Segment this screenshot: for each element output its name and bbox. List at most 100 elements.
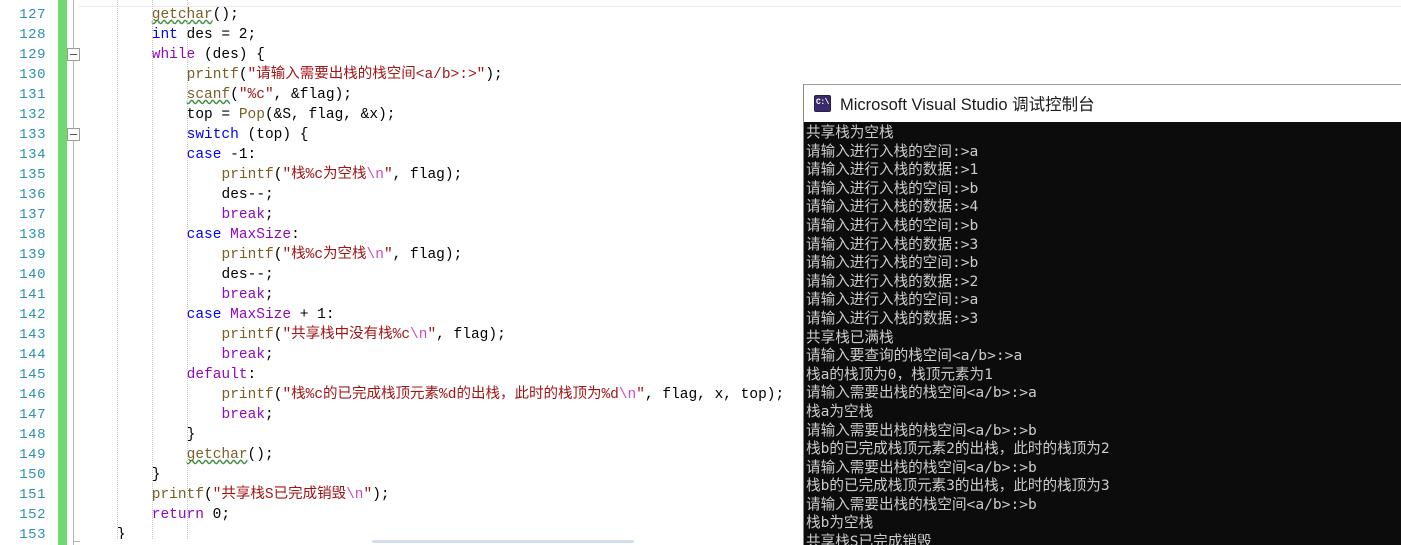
console-output-line: 请输入进行入栈的空间:>b [806, 179, 979, 197]
code-token: default [186, 367, 248, 383]
code-line[interactable]: while (des) { [152, 45, 265, 65]
line-number: 131 [19, 87, 46, 103]
code-token: ; [247, 27, 257, 43]
console-title-bar[interactable]: C:\ Microsoft Visual Studio 调试控制台 [804, 85, 1401, 122]
code-line[interactable]: printf("栈%c为空栈\n", flag); [222, 165, 463, 185]
code-token: } [151, 467, 161, 483]
code-line[interactable]: break; [222, 205, 274, 225]
console-output-line: 请输入需要出栈的栈空间<a/b>:>b [806, 421, 1037, 439]
code-token: + [291, 307, 318, 323]
console-output-line: 请输入进行入栈的数据:>3 [806, 235, 979, 253]
line-number: 150 [19, 467, 46, 483]
code-token: return [151, 507, 204, 523]
code-token: ; [265, 207, 274, 223]
code-token: while [151, 47, 196, 63]
line-number: 129 [19, 47, 46, 63]
code-line[interactable]: top = Pop(&S, flag, &x); [187, 105, 396, 125]
line-number: 148 [19, 427, 46, 443]
console-output-line: 栈b为空栈 [806, 514, 874, 532]
console-output-line: 共享栈已满栈 [806, 328, 894, 346]
change-indicator-bar [58, 0, 67, 545]
code-token: "共享栈S已完成销毁 [212, 487, 347, 503]
code-line[interactable]: break; [222, 285, 274, 305]
console-app-icon: C:\ [814, 94, 831, 112]
line-number: 128 [19, 27, 46, 43]
code-token: MaxSize [230, 307, 292, 323]
code-token: des--; [221, 267, 274, 283]
fold-collapse-icon[interactable] [67, 48, 80, 61]
code-line[interactable]: des--; [222, 185, 274, 205]
code-token: : [247, 147, 257, 163]
line-number: 132 [19, 107, 46, 123]
line-number-gutter: 127 128 129 130 131 132 133 134 135 136 137 138 139 1… [0, 0, 56, 545]
editor-horizontal-scrollbar-thumb[interactable] [372, 540, 634, 543]
code-token: \n [618, 387, 637, 403]
console-output-line: 共享栈S已完成销毁 [806, 533, 932, 545]
code-line[interactable]: } [187, 425, 196, 445]
code-token: ; [265, 407, 274, 423]
line-number: 141 [19, 287, 46, 303]
line-number: 153 [19, 527, 46, 543]
code-line[interactable]: case -1: [187, 145, 257, 165]
code-token: } [186, 427, 196, 443]
code-line[interactable]: case MaxSize + 1: [187, 305, 335, 325]
line-number: 135 [19, 167, 46, 183]
code-token: \n [410, 327, 428, 343]
line-number: 147 [19, 407, 46, 423]
code-token: - [221, 147, 239, 163]
code-token: " [427, 327, 437, 343]
code-line[interactable]: getchar(); [152, 5, 239, 25]
code-line[interactable]: scanf("%c", &flag); [187, 85, 352, 105]
indent-guide [116, 0, 118, 545]
code-line[interactable]: printf("共享栈中没有栈%c\n", flag); [222, 325, 506, 345]
console-output-line: 栈a为空栈 [806, 402, 874, 420]
line-number: 133 [19, 127, 46, 143]
line-number: 134 [19, 147, 46, 163]
code-line[interactable]: getchar(); [187, 445, 274, 465]
console-output[interactable]: 共享栈为空栈 请输入进行入栈的空间:>a 请输入进行入栈的数据:>1 请输入进行入栈的… [804, 122, 1401, 545]
code-token: "栈%c为空栈 [282, 247, 367, 263]
code-line[interactable]: case MaxSize: [187, 225, 300, 245]
indent-guide [186, 0, 188, 545]
code-line[interactable]: des--; [222, 265, 274, 285]
code-line[interactable]: printf("请输入需要出栈的栈空间<a/b>:>"); [187, 65, 503, 85]
code-token: : [291, 227, 300, 243]
code-token: ( [238, 67, 248, 83]
fold-region-end [73, 541, 80, 542]
console-output-line: 请输入进行入栈的数据:>1 [806, 161, 979, 179]
code-token: Pop [238, 107, 265, 123]
line-number: 143 [19, 327, 46, 343]
code-token: switch [186, 127, 239, 143]
fold-collapse-icon[interactable] [67, 128, 80, 141]
code-token: getchar [151, 7, 213, 23]
code-token: break [221, 347, 266, 363]
code-token: " [383, 247, 393, 263]
line-number: 142 [19, 307, 46, 323]
code-token: ; [265, 287, 274, 303]
code-line[interactable]: switch (top) { [187, 125, 309, 145]
code-line[interactable]: return 0; [152, 505, 230, 525]
code-token: top = [186, 107, 239, 123]
code-token: case [186, 227, 222, 243]
code-line[interactable]: int des = 2; [152, 25, 256, 45]
line-number: 151 [19, 487, 46, 503]
code-token: ); [485, 67, 503, 83]
code-line[interactable]: break; [222, 345, 274, 365]
code-token: , flag); [436, 327, 506, 343]
code-line[interactable]: printf("栈%c的已完成栈顶元素%d的出栈，此时的栈顶为%d\n", fl… [222, 385, 785, 405]
code-line[interactable]: } [152, 465, 161, 485]
console-output-line: 请输入进行入栈的数据:>2 [806, 272, 979, 290]
code-line[interactable]: printf("栈%c为空栈\n", flag); [222, 245, 463, 265]
code-token: ; [265, 347, 274, 363]
code-token: (&S, flag, &x); [264, 107, 396, 123]
indent-guide [151, 0, 153, 545]
editor-horizontal-scrollbar[interactable] [82, 539, 782, 545]
code-line[interactable]: default: [187, 365, 257, 385]
console-output-line: 请输入需要出栈的栈空间<a/b>:>b [806, 458, 1037, 476]
code-line[interactable]: break; [222, 405, 274, 425]
code-token: printf [221, 247, 274, 263]
debug-console-window[interactable]: C:\ Microsoft Visual Studio 调试控制台 共享栈为空栈… [803, 84, 1401, 545]
